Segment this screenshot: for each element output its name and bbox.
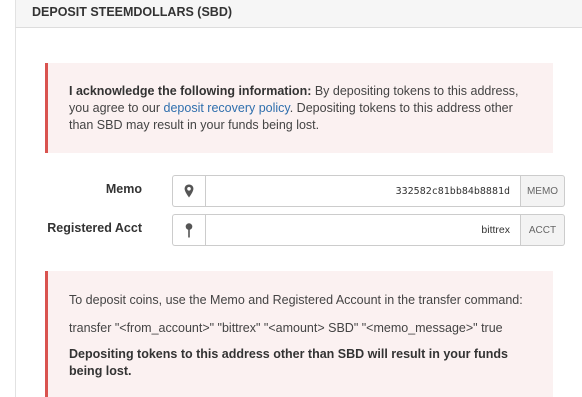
memo-addon: MEMO (521, 175, 565, 207)
deposit-recovery-policy-link[interactable]: deposit recovery policy (164, 101, 290, 115)
acknowledge-notice: I acknowledge the following information:… (45, 63, 553, 153)
memo-field[interactable]: 332582c81bb84b8881d (205, 175, 521, 207)
deposit-instructions: To deposit coins, use the Memo and Regis… (45, 271, 553, 397)
registered-acct-label: Registered Acct (47, 221, 142, 235)
panel-header: DEPOSIT STEEMDOLLARS (SBD) (15, 0, 582, 28)
pushpin-icon (172, 214, 205, 246)
transfer-command: transfer "<from_account>" "bittrex" "<am… (69, 321, 503, 335)
panel-title: DEPOSIT STEEMDOLLARS (SBD) (32, 5, 233, 19)
map-marker-icon (172, 175, 205, 207)
acct-addon: ACCT (521, 214, 565, 246)
instructions-intro: To deposit coins, use the Memo and Regis… (69, 293, 523, 307)
registered-acct-field[interactable]: bittrex (205, 214, 521, 246)
account-input-group: bittrex ACCT (172, 214, 565, 246)
memo-input-group: 332582c81bb84b8881d MEMO (172, 175, 565, 207)
acknowledge-text: I acknowledge the following information:… (69, 83, 539, 134)
memo-label: Memo (105, 182, 142, 196)
acknowledge-heading: I acknowledge the following information: (69, 84, 312, 98)
loss-warning: Depositing tokens to this address other … (69, 347, 508, 378)
